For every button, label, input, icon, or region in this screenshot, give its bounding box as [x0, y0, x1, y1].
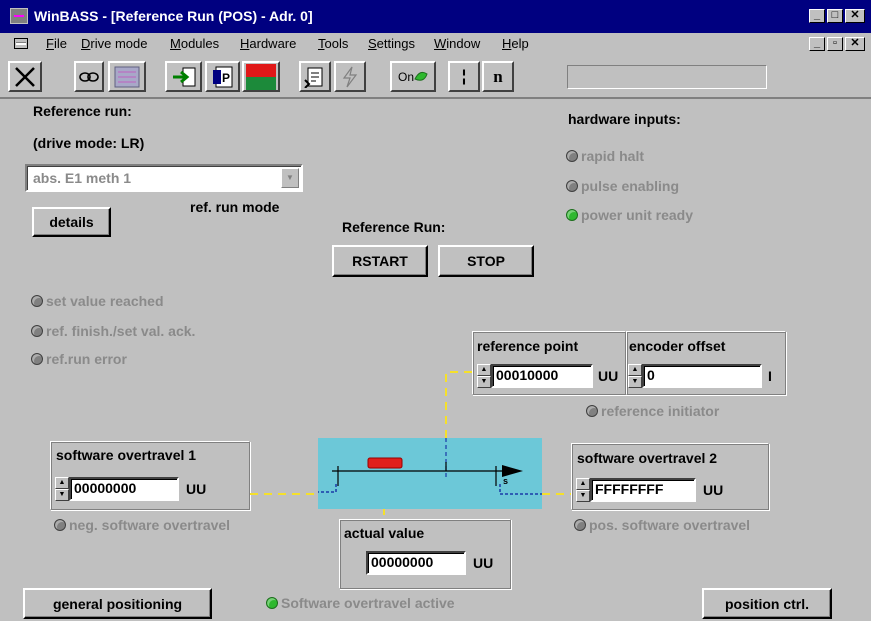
actual-value-display: 00000000	[366, 551, 466, 575]
general-positioning-button[interactable]: general positioning	[23, 588, 212, 619]
neg-limit-mark	[318, 484, 337, 493]
software-overtravel-active-label: Software overtravel active	[281, 595, 455, 611]
position-ctrl-button[interactable]: position ctrl.	[702, 588, 832, 619]
axis-visualization: s	[318, 438, 542, 509]
axis-end-marker-label: s	[503, 476, 508, 486]
overtravel-active-led-icon	[266, 597, 278, 609]
actual-value-unit: UU	[473, 555, 494, 571]
reference-point-guide-line	[445, 371, 472, 438]
software-overtravel-active-indicator: Software overtravel active	[266, 595, 455, 611]
axis-drawing: s	[318, 438, 542, 495]
actual-value-label: actual value	[344, 525, 425, 541]
carriage-marker	[367, 457, 403, 469]
